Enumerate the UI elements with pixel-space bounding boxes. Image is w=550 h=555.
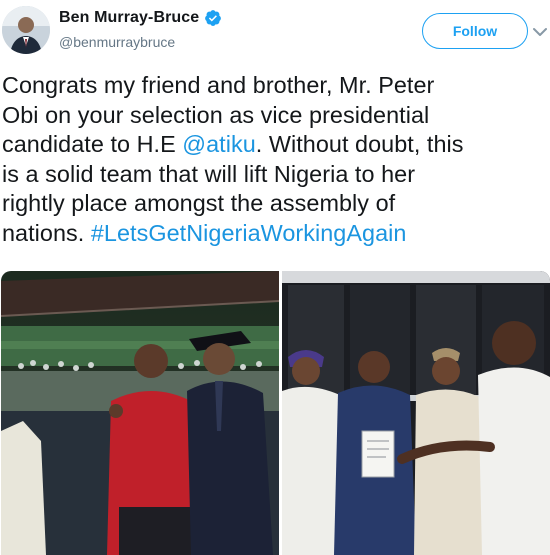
- hashtag-link[interactable]: #LetsGetNigeriaWorkingAgain: [91, 220, 407, 246]
- name-row: Ben Murray-Bruce: [59, 9, 222, 27]
- tweet-text-segment: . Without doubt, this: [255, 131, 464, 158]
- media-grid: [0, 271, 550, 555]
- tweet-text: Congrats my friend and brother, Mr. Pete…: [2, 71, 548, 249]
- verified-badge-icon: [204, 9, 222, 27]
- tweet-header: Ben Murray-Bruce @benmurraybruce Follow: [0, 0, 550, 64]
- tweet-line: Congrats my friend and brother, Mr. Pete…: [2, 72, 435, 98]
- tweet-text-segment: candidate to H.E: [2, 131, 183, 158]
- follow-button[interactable]: Follow: [422, 13, 528, 49]
- user-handle[interactable]: @benmurraybruce: [59, 34, 175, 50]
- tweet-text-segment: nations.: [2, 219, 91, 246]
- tweet-line: rightly place amongst the assembly of: [2, 190, 396, 217]
- mention-link[interactable]: @atiku: [182, 131, 255, 157]
- profile-photo-icon: [2, 6, 50, 54]
- avatar[interactable]: [2, 6, 50, 54]
- tweet-line: candidate to H.E @atiku. Without doubt, …: [2, 130, 548, 160]
- tweet-line: Obi on your selection as vice presidenti…: [2, 101, 430, 128]
- stadium-photo[interactable]: [1, 271, 279, 555]
- document-handover-photo[interactable]: [282, 271, 550, 555]
- tweet-line: is a solid team that will lift Nigeria t…: [2, 160, 416, 187]
- tweet-line: nations. #LetsGetNigeriaWorkingAgain: [2, 219, 548, 249]
- display-name[interactable]: Ben Murray-Bruce: [59, 9, 199, 27]
- chevron-down-icon[interactable]: [533, 24, 547, 36]
